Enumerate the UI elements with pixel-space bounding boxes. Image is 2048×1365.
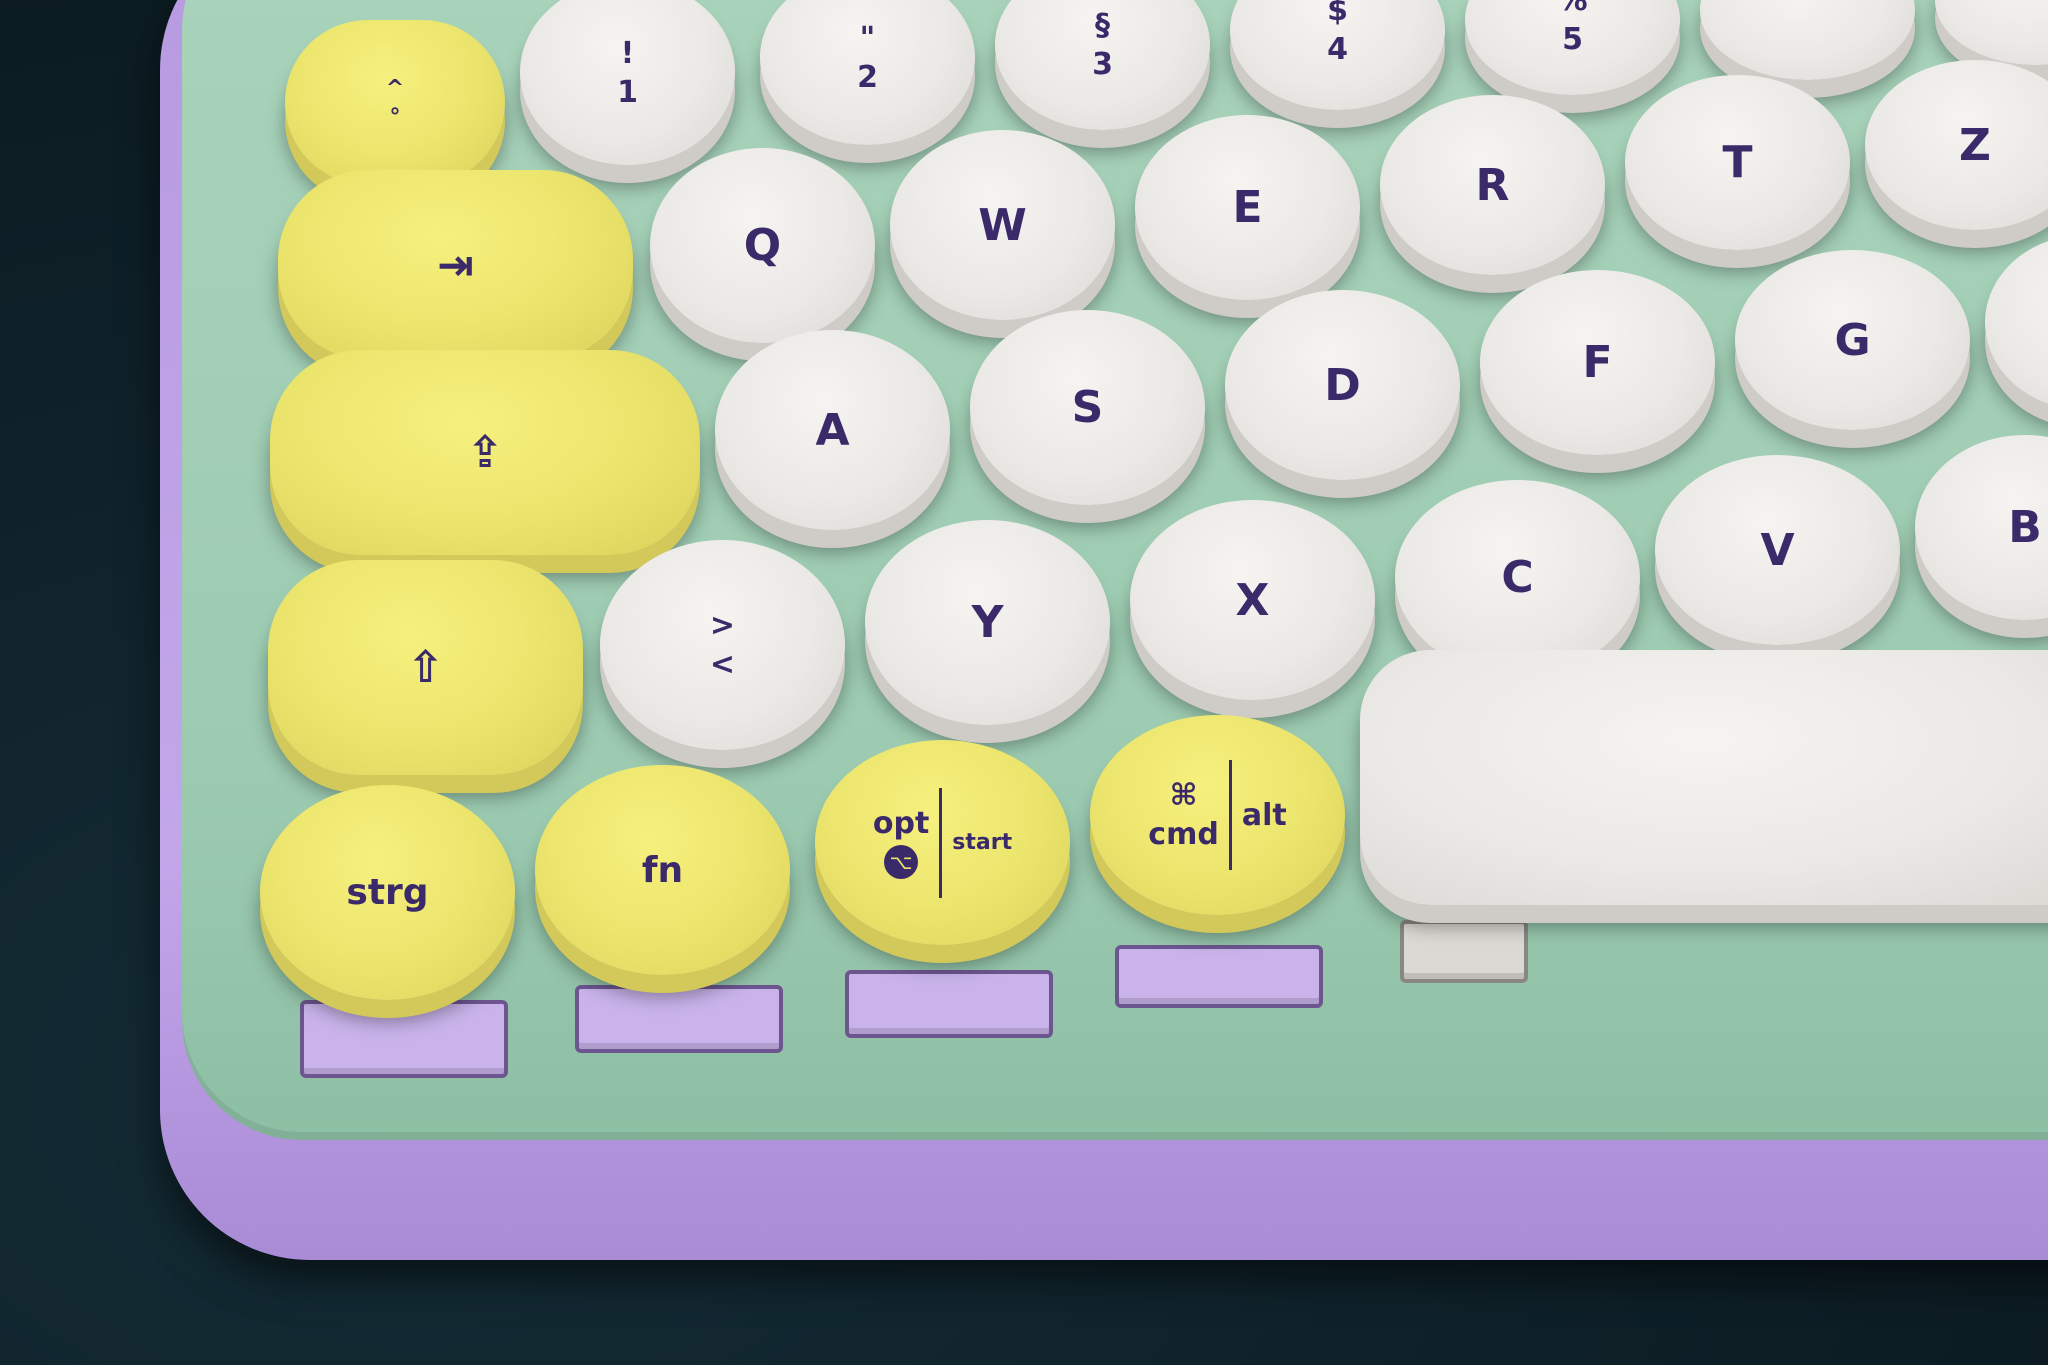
- caps-lock-icon: ⇪: [466, 427, 504, 478]
- key-legend: Z: [1959, 119, 1991, 171]
- key-a[interactable]: A: [715, 330, 950, 530]
- key-legend: E: [1232, 182, 1263, 233]
- key-x[interactable]: X: [1130, 500, 1375, 700]
- key-legend: Y: [971, 597, 1004, 648]
- cmd-alt-key[interactable]: ⌘ cmd alt: [1090, 715, 1345, 915]
- key-legend: 3: [1092, 47, 1113, 82]
- tab-icon: ⇥: [437, 239, 474, 291]
- key-legend: fn: [641, 849, 684, 891]
- key-legend: V: [1760, 524, 1795, 576]
- shift-icon: ⇧: [407, 642, 444, 693]
- key-y[interactable]: Y: [865, 520, 1110, 725]
- keyboard-photo: ^° !1 "2 §3 $4 %5 ⇥ Q W E R T Z ⇪ A: [0, 0, 2048, 1365]
- key-c[interactable]: C: [1395, 480, 1640, 675]
- key-d[interactable]: D: [1225, 290, 1460, 480]
- key-legend: X: [1235, 574, 1270, 626]
- key-legend: §: [1095, 8, 1110, 43]
- key-legend: cmd: [1148, 817, 1219, 852]
- command-icon: ⌘: [1169, 778, 1198, 813]
- key-s[interactable]: S: [970, 310, 1205, 505]
- key-v[interactable]: V: [1655, 455, 1900, 645]
- key-legend: >: [709, 608, 736, 643]
- key-legend: S: [1071, 382, 1104, 433]
- key-legend: F: [1582, 337, 1613, 388]
- key-legend: D: [1324, 359, 1361, 411]
- key-legend: alt: [1241, 797, 1287, 833]
- key-legend: C: [1501, 552, 1534, 603]
- switch-housing: [1115, 945, 1323, 1008]
- key-legend: ^: [385, 75, 405, 101]
- shift-key[interactable]: ⇧: [268, 560, 583, 775]
- key-legend: opt: [872, 806, 930, 841]
- switch-housing: [1400, 920, 1528, 983]
- key-r[interactable]: R: [1380, 95, 1605, 275]
- option-icon: ⌥: [884, 845, 919, 879]
- strg-key[interactable]: strg: [260, 785, 515, 1000]
- switch-housing: [300, 1000, 508, 1078]
- key-legend: A: [815, 404, 850, 456]
- key-f[interactable]: F: [1480, 270, 1715, 455]
- caps-lock-key[interactable]: ⇪: [270, 350, 700, 555]
- key-e[interactable]: E: [1135, 115, 1360, 300]
- legend-divider: [939, 787, 943, 898]
- key-legend: T: [1722, 137, 1753, 188]
- key-q[interactable]: Q: [650, 148, 875, 343]
- tab-key[interactable]: ⇥: [278, 170, 633, 360]
- key-legend: 1: [617, 74, 638, 110]
- key-w[interactable]: W: [890, 130, 1115, 320]
- key-legend: strg: [346, 872, 429, 913]
- caret-key[interactable]: ^ °: [285, 20, 505, 185]
- key-legend: !: [620, 35, 635, 71]
- key-legend: W: [978, 199, 1027, 251]
- key-legend: ": [859, 20, 876, 56]
- key-angle-brackets[interactable]: > <: [600, 540, 845, 750]
- key-legend: Q: [743, 220, 782, 271]
- opt-start-key[interactable]: opt ⌥ start: [815, 740, 1070, 945]
- key-legend: $: [1327, 0, 1348, 28]
- key-legend: 4: [1327, 32, 1348, 67]
- key-legend: 2: [857, 59, 878, 95]
- key-legend: °: [389, 104, 401, 130]
- key-legend: B: [2008, 502, 2042, 553]
- key-t[interactable]: T: [1625, 75, 1850, 250]
- switch-housing: [845, 970, 1053, 1038]
- key-legend: R: [1475, 159, 1510, 211]
- key-g[interactable]: G: [1735, 250, 1970, 430]
- fn-key[interactable]: fn: [535, 765, 790, 975]
- key-legend: <: [709, 647, 736, 682]
- space-bar[interactable]: [1360, 650, 2048, 905]
- switch-housing: [575, 985, 783, 1053]
- legend-divider: [1228, 760, 1232, 870]
- key-legend: start: [952, 830, 1013, 855]
- key-legend: 5: [1562, 22, 1583, 57]
- key-legend: %: [1557, 0, 1588, 18]
- key-legend: G: [1834, 314, 1871, 366]
